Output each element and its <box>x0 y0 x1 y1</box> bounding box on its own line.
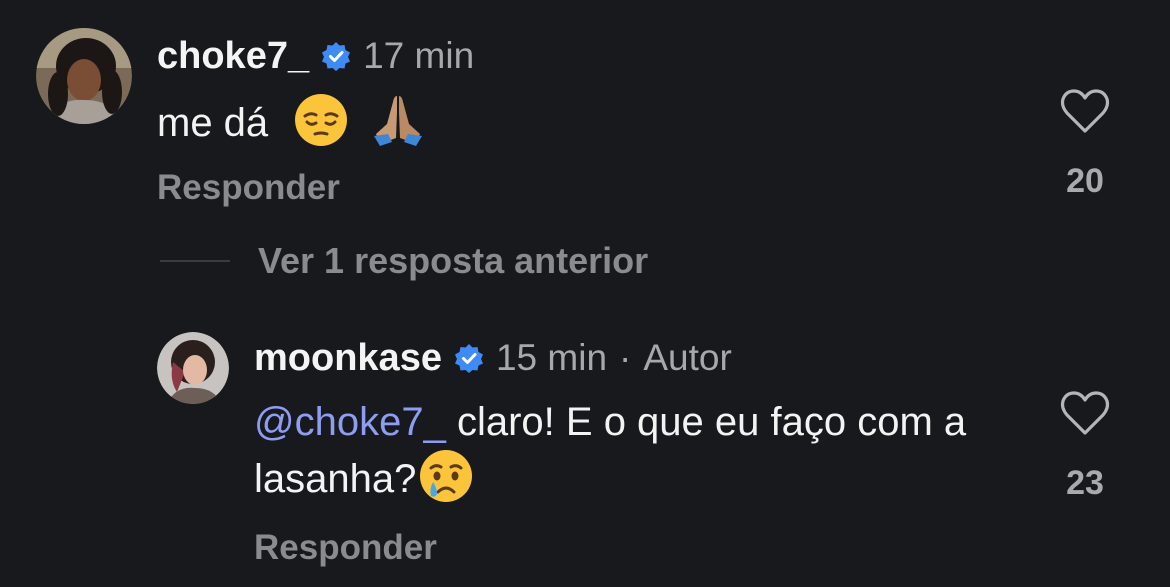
view-previous-replies[interactable]: Ver 1 resposta anterior <box>160 238 648 284</box>
reply-button[interactable]: Responder <box>254 528 437 568</box>
verified-badge-icon <box>454 344 483 373</box>
thread-divider <box>160 260 230 262</box>
like-control: 20 <box>1055 88 1115 201</box>
pensive-face-icon <box>295 94 348 146</box>
author-tag: Autor <box>643 337 732 378</box>
like-count: 23 <box>1066 464 1104 502</box>
timestamp: 15 min · Autor <box>496 337 732 379</box>
mention-link[interactable]: @choke7_ <box>254 400 446 444</box>
comment-text: me dá <box>157 92 426 149</box>
username[interactable]: choke7_ <box>157 35 309 78</box>
separator: · <box>619 337 632 378</box>
comment-text: @choke7_ claro! E o que eu faço com a la… <box>254 396 1014 505</box>
comment-header: choke7_ 17 min <box>157 34 474 78</box>
verified-badge-icon <box>322 42 351 71</box>
timestamp-value: 15 min <box>495 337 608 378</box>
username[interactable]: moonkase <box>254 337 442 380</box>
avatar[interactable] <box>36 28 132 124</box>
reply-button[interactable]: Responder <box>157 168 340 208</box>
heart-icon[interactable] <box>1059 88 1111 134</box>
like-count: 20 <box>1066 162 1104 200</box>
comment-body: me dá <box>157 101 269 145</box>
like-control: 23 <box>1055 390 1115 503</box>
comment-header: moonkase 15 min · Autor <box>254 336 732 380</box>
view-previous-replies-label: Ver 1 resposta anterior <box>258 240 649 281</box>
timestamp: 17 min <box>363 35 475 76</box>
comments-panel: choke7_ 17 min me dá Responder 20 Ver 1 … <box>0 0 1170 587</box>
folded-hands-icon <box>374 96 423 146</box>
heart-icon[interactable] <box>1059 390 1111 436</box>
crying-face-icon <box>420 450 473 502</box>
avatar[interactable] <box>157 332 229 404</box>
